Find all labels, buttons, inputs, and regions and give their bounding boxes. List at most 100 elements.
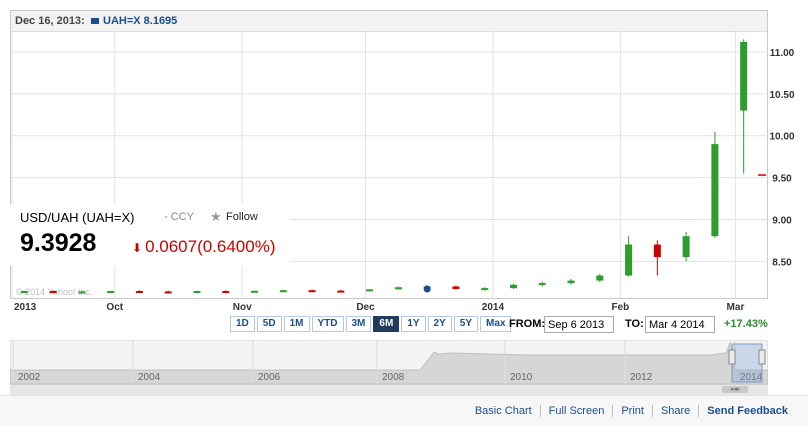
range-button-1y[interactable]: 1Y (401, 316, 426, 332)
navigator-year-label: 2010 (510, 372, 533, 383)
navigator-year-label: 2006 (258, 372, 281, 383)
range-button-3m[interactable]: 3M (345, 316, 372, 332)
candle-body (107, 291, 115, 294)
candle-body (625, 244, 633, 276)
x-tick-label: Feb (611, 302, 629, 313)
quote-change: ⬇ 0.0607(0.6400%) (132, 237, 276, 257)
from-label: FROM: (509, 318, 546, 330)
x-tick-label: Oct (106, 302, 123, 313)
candle (193, 290, 201, 294)
range-button-2y[interactable]: 2Y (427, 316, 452, 332)
candle (653, 240, 661, 276)
candle (394, 286, 402, 290)
quote-change-value: 0.0607 (145, 237, 198, 256)
share-link[interactable]: Share (651, 405, 698, 417)
quote-change-pct: (0.6400%) (197, 237, 276, 256)
candle (596, 273, 604, 283)
quote-price: 9.3928 (20, 229, 97, 257)
candle-body (740, 41, 748, 111)
candle-body (279, 290, 287, 293)
candle-body (653, 244, 661, 258)
candle (222, 290, 230, 294)
candle-body (366, 289, 374, 292)
quote-currency: - CCY (164, 211, 194, 223)
star-icon[interactable]: ★ (210, 209, 222, 225)
x-tick-label: 2013 (14, 302, 37, 313)
navigator-year-label: 2004 (138, 372, 161, 383)
navigator-year-label: 2002 (18, 372, 41, 383)
candle-body (337, 290, 345, 293)
candle-body (481, 288, 489, 291)
candle (164, 290, 172, 294)
hover-point (423, 285, 431, 293)
range-button-6m[interactable]: 6M (373, 316, 400, 332)
candle (366, 288, 374, 292)
candle-body (394, 287, 402, 290)
bottom-links: Basic Chart Full Screen Print Share Send Fee… (467, 405, 796, 417)
y-tick-label: 9.50 (772, 174, 792, 185)
candle-body (509, 284, 517, 289)
candle (509, 283, 517, 289)
candle-body (222, 291, 230, 294)
candle-body (78, 291, 86, 294)
candle-body (596, 275, 604, 281)
range-button-max[interactable]: Max (480, 316, 512, 332)
candle (107, 290, 115, 294)
candle (452, 285, 460, 290)
full-screen-link[interactable]: Full Screen (539, 405, 613, 417)
follow-button[interactable]: Follow (226, 211, 258, 223)
quote-name: USD/UAH (UAH=X) (20, 210, 135, 225)
navigator-chart[interactable]: 2002200420062008201020122014 (10, 340, 768, 384)
candle (135, 290, 143, 294)
candle (682, 232, 690, 262)
navigator-scrollbar[interactable]: ◂◂▸ (10, 384, 768, 395)
candle-body (251, 290, 259, 293)
candle-body (308, 290, 316, 293)
navigator-selection[interactable] (731, 343, 763, 383)
y-tick-label: 10.00 (769, 132, 794, 143)
scrollbar-thumb[interactable]: ◂◂▸ (722, 386, 748, 393)
navigator-year-label: 2012 (630, 372, 653, 383)
candle-body (452, 286, 460, 289)
candle (711, 131, 719, 238)
to-date-input[interactable] (645, 316, 715, 333)
candle (481, 287, 489, 291)
print-link[interactable]: Print (612, 405, 652, 417)
candle (538, 281, 546, 287)
range-selector: 1D 5D 1M YTD 3M 6M 1Y 2Y 5Y Max (230, 316, 513, 332)
navigator-year-label: 2008 (382, 372, 405, 383)
candle-body (135, 291, 143, 294)
range-button-5d[interactable]: 5D (256, 316, 282, 332)
x-tick-label: 2014 (482, 302, 505, 313)
candle-body (193, 291, 201, 294)
candle (740, 39, 748, 174)
candle (567, 278, 575, 285)
candle-body (682, 236, 690, 258)
range-button-ytd[interactable]: YTD (311, 316, 344, 332)
x-tick-label: Mar (727, 302, 745, 313)
basic-chart-link[interactable]: Basic Chart (467, 405, 540, 417)
send-feedback-link[interactable]: Send Feedback (698, 405, 796, 417)
navigator-right-handle[interactable] (758, 349, 766, 365)
navigator-left-handle[interactable] (728, 349, 736, 365)
candle-body (164, 291, 172, 294)
range-button-1m[interactable]: 1M (283, 316, 310, 332)
quote-box: USD/UAH (UAH=X) - CCY ★ Follow 9.3928 ⬇ 0… (10, 204, 290, 266)
price-chart[interactable]: 8.50 9.00 9.50 10.00 10.50 11.00 2013 Oct Nov Dec… (0, 0, 808, 340)
candle-body (538, 283, 546, 286)
candle-body (20, 291, 28, 294)
candle (279, 289, 287, 293)
x-tick-label: Nov (233, 302, 252, 313)
from-date-input[interactable] (544, 316, 614, 333)
range-button-1d[interactable]: 1D (230, 316, 255, 332)
candle (308, 289, 316, 293)
bottom-toolbar: Basic Chart Full Screen Print Share Send Fee… (0, 395, 808, 426)
y-tick-label: 11.00 (770, 48, 795, 59)
y-tick-label: 8.50 (772, 257, 792, 268)
down-arrow-icon: ⬇ (132, 241, 143, 255)
y-tick-label: 9.00 (772, 215, 792, 226)
to-label: TO: (625, 318, 644, 330)
y-tick-label: 10.50 (769, 90, 794, 101)
range-button-5y[interactable]: 5Y (453, 316, 479, 332)
candle (251, 290, 259, 293)
